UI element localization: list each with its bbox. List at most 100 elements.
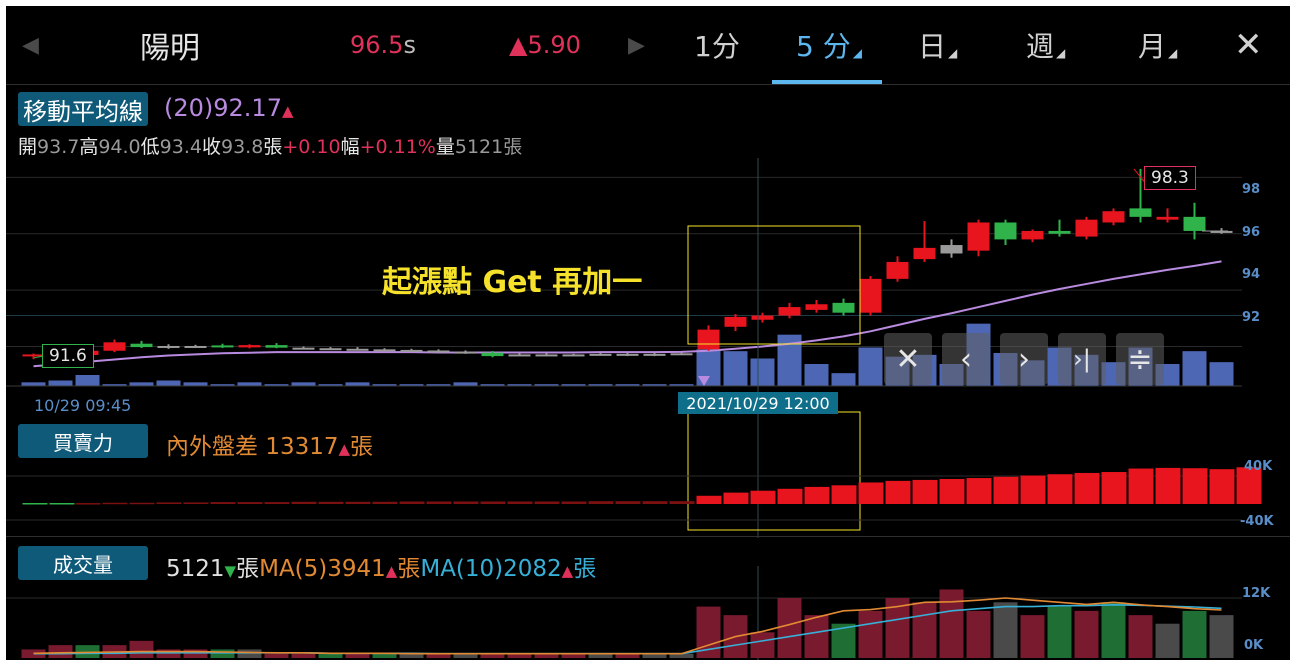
prev-stock-arrow-icon[interactable]: ◀ bbox=[22, 6, 39, 84]
price-panel-volume-bar bbox=[345, 382, 370, 386]
volume-bar bbox=[1155, 623, 1180, 658]
menu-icon[interactable]: ≑ bbox=[1116, 333, 1164, 385]
candle-body bbox=[481, 352, 504, 357]
volume-bar bbox=[291, 653, 316, 658]
buysell-bar bbox=[75, 503, 101, 505]
y-tick-label: 40K bbox=[1244, 459, 1273, 474]
open-value: 93.7 bbox=[37, 136, 80, 158]
chevron-left-icon[interactable]: ‹ bbox=[942, 333, 990, 385]
price-change: ▲ 5.90 bbox=[509, 6, 581, 84]
candle-body bbox=[454, 351, 477, 354]
start-time-label: 10/29 09:45 bbox=[34, 396, 132, 415]
candle-body bbox=[1183, 216, 1206, 231]
buysell-bar bbox=[885, 480, 911, 504]
next-stock-arrow-icon[interactable]: ▶ bbox=[628, 6, 645, 84]
candle-body bbox=[832, 302, 855, 313]
buysell-bar bbox=[534, 501, 560, 504]
buysell-bar bbox=[912, 479, 938, 504]
buysell-bar bbox=[1128, 468, 1154, 504]
buy-sell-power-button[interactable]: 買賣力 bbox=[18, 424, 148, 458]
corner-triangle-icon: ◢ bbox=[1056, 46, 1066, 60]
down-triangle-icon: ▼ bbox=[224, 562, 237, 580]
chevron-right-icon[interactable]: › bbox=[1000, 333, 1048, 385]
buysell-bar bbox=[49, 503, 75, 505]
volume-bar bbox=[48, 645, 73, 658]
y-tick-label: -40K bbox=[1240, 514, 1274, 529]
buysell-bar bbox=[426, 501, 452, 504]
volume-bar bbox=[750, 632, 775, 658]
ma5-unit: 張 bbox=[397, 556, 421, 582]
buysell-bar bbox=[1047, 474, 1073, 504]
candle-body bbox=[1156, 216, 1179, 220]
buysell-bar bbox=[966, 478, 992, 504]
tab-period-day[interactable]: 日 ◢ bbox=[918, 6, 957, 84]
skip-to-end-icon[interactable]: ›| bbox=[1058, 333, 1106, 385]
price-panel-volume-bar bbox=[237, 382, 262, 386]
ma-up-icon: ▲ bbox=[281, 102, 294, 120]
candle-body bbox=[292, 347, 315, 350]
price-value: 96.5 bbox=[350, 31, 404, 59]
volume-indicator-button[interactable]: 成交量 bbox=[18, 546, 148, 580]
buysell-bar bbox=[1020, 475, 1046, 504]
price-panel-volume-bar bbox=[750, 358, 775, 386]
tab-period-1min[interactable]: 1分 bbox=[694, 6, 740, 84]
volume-bar bbox=[804, 615, 829, 658]
buysell-bar bbox=[156, 502, 182, 504]
close-icon[interactable]: ✕ bbox=[1234, 6, 1263, 84]
up-triangle-icon: ▲ bbox=[338, 440, 351, 458]
low-value: 93.4 bbox=[159, 136, 202, 158]
candle-body bbox=[886, 261, 909, 279]
buysell-bar bbox=[453, 501, 479, 504]
buysell-bar bbox=[723, 492, 749, 504]
buysell-bar bbox=[669, 501, 695, 504]
tab-period-week[interactable]: 週 ◢ bbox=[1026, 6, 1065, 84]
close-icon[interactable]: ✕ bbox=[884, 333, 932, 385]
low-marker-label: 91.6 bbox=[42, 344, 94, 368]
buysell-bar bbox=[237, 502, 263, 504]
tab-period-5min[interactable]: 5 分 ◢ bbox=[796, 6, 862, 84]
candle-body bbox=[400, 349, 423, 352]
highlight-box bbox=[687, 225, 861, 345]
volume-bar bbox=[993, 602, 1018, 658]
volume-bar bbox=[1209, 615, 1234, 658]
volume-value: 5121 bbox=[454, 136, 504, 158]
candle-body bbox=[751, 315, 774, 320]
volume-bar bbox=[156, 649, 181, 658]
y-tick-label: 94 bbox=[1242, 267, 1261, 282]
volume-bar bbox=[1128, 615, 1153, 658]
buysell-bar bbox=[642, 501, 668, 504]
candle-body bbox=[238, 345, 261, 348]
candle-body bbox=[508, 354, 531, 357]
ma20-readout: (20)92.17▲ bbox=[164, 94, 294, 122]
top-bar: ◀ 陽明 96.5 s ▲ 5.90 ▶ 1分 5 分 ◢ 日 ◢ 週 ◢ 月 ◢ ✕ bbox=[6, 6, 1290, 84]
volume-bar bbox=[777, 598, 802, 658]
candle-body bbox=[157, 345, 180, 348]
y-tick-label: 0K bbox=[1244, 638, 1264, 653]
buysell-bar bbox=[804, 486, 830, 504]
buysell-bar bbox=[210, 502, 236, 504]
buysell-bar bbox=[318, 501, 344, 504]
candle-body bbox=[535, 354, 558, 357]
buysell-bar bbox=[372, 501, 398, 504]
app-window: ◀ 陽明 96.5 s ▲ 5.90 ▶ 1分 5 分 ◢ 日 ◢ 週 ◢ 月 ◢ ✕ 移動… bbox=[6, 6, 1290, 660]
candle-body bbox=[1129, 208, 1152, 217]
y-tick-label: 12K bbox=[1242, 586, 1271, 601]
candle-body bbox=[643, 353, 666, 356]
moving-average-indicator-button[interactable]: 移動平均線 bbox=[18, 92, 148, 126]
ma10-readout: MA(10)2082 bbox=[420, 556, 562, 582]
volume-bar bbox=[183, 649, 208, 658]
volume-bar bbox=[1101, 602, 1126, 658]
buysell-bar bbox=[777, 488, 803, 504]
price-panel-volume-bar bbox=[21, 382, 46, 386]
candle-body bbox=[373, 349, 396, 352]
tab-label: 日 bbox=[918, 30, 947, 63]
buysell-bar bbox=[696, 495, 722, 504]
buysell-bar bbox=[615, 501, 641, 504]
volume-bar bbox=[912, 602, 937, 658]
price-panel-volume-bar bbox=[1209, 362, 1234, 386]
candle-body bbox=[265, 345, 288, 348]
candle-body bbox=[1102, 211, 1125, 223]
high-marker-label: 98.3 bbox=[1144, 166, 1196, 190]
volume-bar bbox=[345, 653, 370, 658]
tab-period-month[interactable]: 月 ◢ bbox=[1138, 6, 1177, 84]
